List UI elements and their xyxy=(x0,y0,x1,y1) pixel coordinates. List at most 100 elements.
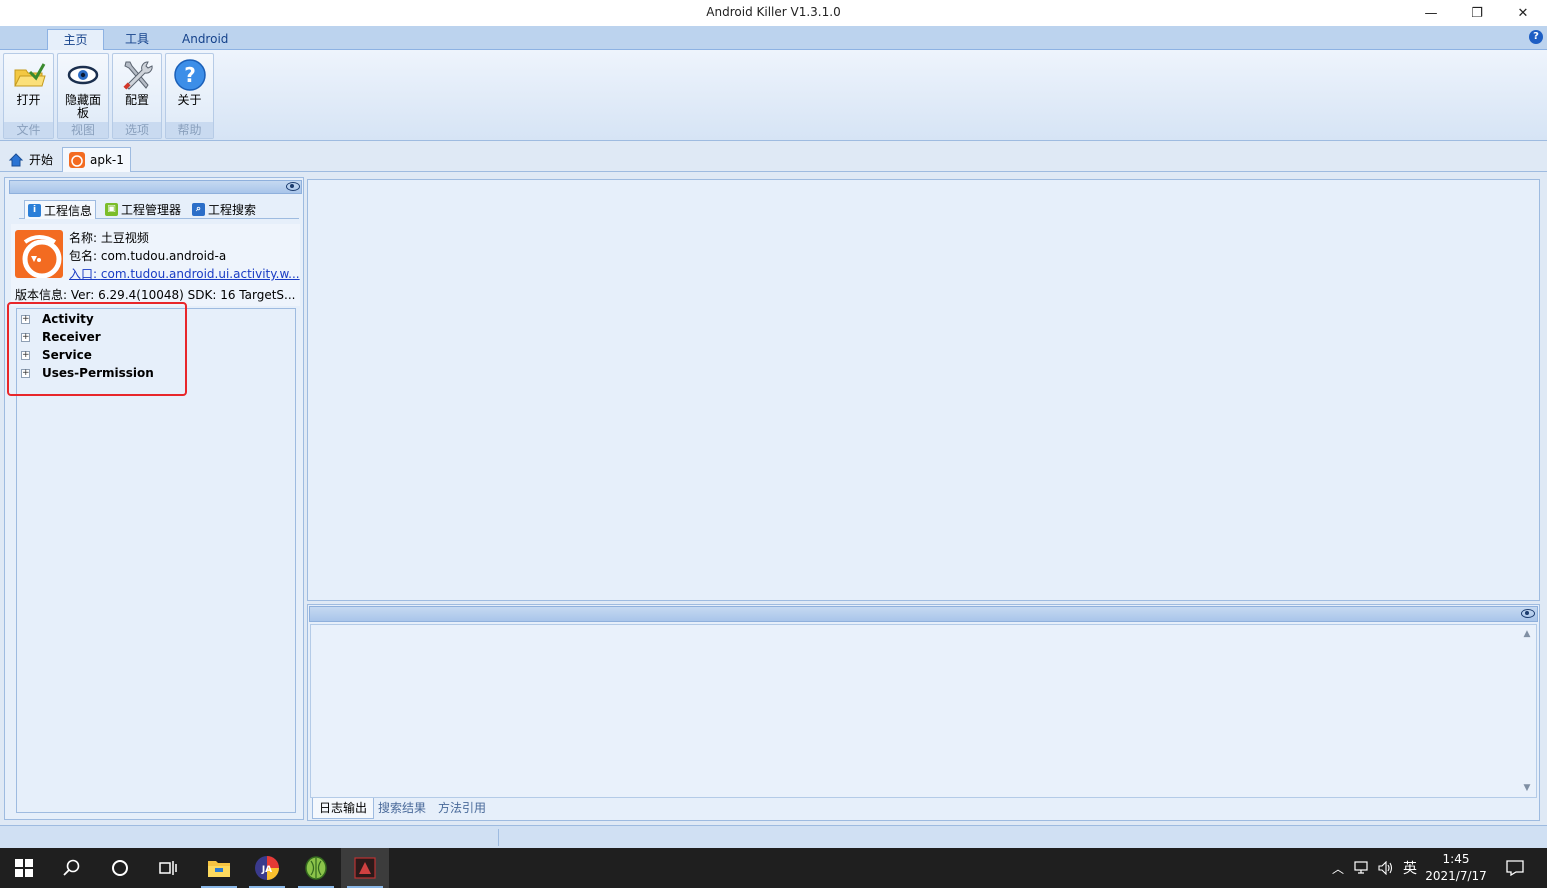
close-button[interactable]: ✕ xyxy=(1500,0,1546,26)
tab-android[interactable]: Android xyxy=(168,29,242,50)
folder-icon xyxy=(208,861,230,877)
group-label-help: 帮助 xyxy=(166,122,213,138)
tab-log-output[interactable]: 日志输出 xyxy=(312,798,375,819)
minimize-button[interactable]: — xyxy=(1408,0,1454,26)
hide-panel-label: 隐藏面板 xyxy=(64,93,101,120)
cortana-button[interactable] xyxy=(96,848,144,888)
tab-project-search-label: 工程搜索 xyxy=(208,203,257,217)
app-info: 名称: 土豆视频 包名: com.tudou.android-a 入口: com… xyxy=(11,224,300,306)
entry-label: 入口: xyxy=(69,267,98,281)
group-label-view: 视图 xyxy=(58,122,108,138)
ribbon-group-options: 配置 选项 xyxy=(112,53,162,139)
tab-project-search[interactable]: ⌕ 工程搜索 xyxy=(189,200,259,219)
help-icon[interactable]: ? xyxy=(1529,30,1543,44)
editor-area[interactable] xyxy=(307,179,1540,601)
search-icon: ⌕ xyxy=(192,203,205,216)
clock[interactable]: 1:45 2021/7/17 xyxy=(1424,851,1488,885)
restore-button[interactable]: ❐ xyxy=(1454,0,1500,26)
app-name-label: 名称: xyxy=(69,231,98,245)
search-button[interactable] xyxy=(48,848,96,888)
ribbon: 打开 文件 隐藏面板 视图 配置 选项 ? 关于 帮助 xyxy=(0,50,1547,141)
about-button[interactable]: ? 关于 xyxy=(166,54,213,122)
apk-icon xyxy=(69,152,85,168)
app-name-value: 土豆视频 xyxy=(100,231,149,245)
notification-icon xyxy=(1506,860,1524,876)
network-icon[interactable] xyxy=(1350,848,1374,888)
project-panel-header xyxy=(9,180,302,194)
tools-icon xyxy=(123,61,153,90)
info-icon: i xyxy=(28,203,41,217)
open-button[interactable]: 打开 xyxy=(4,54,53,122)
notification-button[interactable] xyxy=(1495,848,1535,888)
home-icon xyxy=(8,152,24,166)
windows-icon xyxy=(15,859,33,877)
entry-link[interactable]: 入口: com.tudou.android.ui.activity.w... xyxy=(69,265,300,282)
tab-search-results[interactable]: 搜索结果 xyxy=(372,798,432,819)
tab-start-label: 开始 xyxy=(29,153,54,167)
config-button[interactable]: 配置 xyxy=(113,54,161,122)
package-value: com.tudou.android-a xyxy=(100,249,227,263)
tab-project-info[interactable]: i 工程信息 xyxy=(24,200,97,219)
tab-method-references[interactable]: 方法引用 xyxy=(432,798,492,819)
status-separator xyxy=(498,829,499,846)
project-tab-bar: i 工程信息 ▣ 工程管理器 ⌕ 工程搜索 xyxy=(19,200,299,219)
clock-time: 1:45 xyxy=(1442,852,1470,866)
taskbar-android-killer[interactable] xyxy=(341,848,389,888)
output-panel-header xyxy=(309,606,1538,622)
start-button[interactable] xyxy=(0,848,48,888)
taskbar-app-green[interactable] xyxy=(292,848,340,888)
output-eye-icon[interactable] xyxy=(1521,609,1535,618)
jadx-icon: JA xyxy=(255,856,279,880)
project-panel: i 工程信息 ▣ 工程管理器 ⌕ 工程搜索 名称: 土豆视频 包名: com.t… xyxy=(4,177,304,820)
ribbon-tab-bar: 主页 工具 Android ? xyxy=(0,26,1547,50)
open-folder-icon xyxy=(13,63,46,87)
group-label-file: 文件 xyxy=(4,122,53,138)
taskbar: JA ︿ 英 1:45 2021/7/17 xyxy=(0,848,1547,888)
log-output-area[interactable]: ▲ ▼ xyxy=(310,624,1537,798)
app-name-row: 名称: 土豆视频 xyxy=(69,229,149,246)
ribbon-group-view: 隐藏面板 视图 xyxy=(57,53,109,139)
document-tab-bar: 开始 apk-1 xyxy=(0,142,1547,172)
question-icon: ? xyxy=(173,59,206,91)
tray-expand-icon[interactable]: ︿ xyxy=(1326,848,1350,888)
task-view-button[interactable] xyxy=(144,848,192,888)
annotation-highlight-box xyxy=(7,302,187,396)
tab-project-info-label: 工程信息 xyxy=(44,203,93,218)
hide-panel-button[interactable]: 隐藏面板 xyxy=(58,54,108,122)
scroll-up-icon[interactable]: ▲ xyxy=(1520,627,1534,641)
tab-apk-1[interactable]: apk-1 xyxy=(62,147,131,172)
scroll-down-icon[interactable]: ▼ xyxy=(1520,781,1534,795)
vertical-scrollbar[interactable]: ▲ ▼ xyxy=(1520,627,1534,795)
tab-project-manager[interactable]: ▣ 工程管理器 xyxy=(102,200,184,219)
android-icon: ▣ xyxy=(105,203,118,216)
svg-text:?: ? xyxy=(184,63,196,87)
version-info: 版本信息: Ver: 6.29.4(10048) SDK: 16 TargetS… xyxy=(15,288,296,302)
app-logo-icon xyxy=(15,230,63,278)
package-row: 包名: com.tudou.android-a xyxy=(69,247,226,264)
tab-tools[interactable]: 工具 xyxy=(111,29,163,50)
tab-home[interactable]: 主页 xyxy=(47,29,104,50)
taskbar-jadx[interactable]: JA xyxy=(243,848,291,888)
volume-icon[interactable] xyxy=(1374,848,1398,888)
ribbon-group-help: ? 关于 帮助 xyxy=(165,53,214,139)
output-tab-bar: 日志输出 搜索结果 方法引用 xyxy=(310,798,1537,820)
android-killer-icon xyxy=(354,857,376,879)
ribbon-group-file: 打开 文件 xyxy=(3,53,54,139)
tab-start[interactable]: 开始 xyxy=(2,147,59,172)
clock-date: 2021/7/17 xyxy=(1425,869,1487,883)
window-title: Android Killer V1.3.1.0 xyxy=(706,5,841,19)
cortana-icon xyxy=(112,860,128,876)
task-view-icon xyxy=(159,861,177,875)
group-label-options: 选项 xyxy=(113,122,161,138)
status-bar xyxy=(0,825,1547,848)
taskbar-file-explorer[interactable] xyxy=(195,848,243,888)
title-bar: Android Killer V1.3.1.0 — ❐ ✕ xyxy=(0,0,1547,26)
tab-project-manager-label: 工程管理器 xyxy=(121,203,182,217)
about-button-label: 关于 xyxy=(177,93,202,107)
input-method-indicator[interactable]: 英 xyxy=(1398,848,1422,888)
search-icon xyxy=(63,859,80,876)
open-button-label: 打开 xyxy=(16,93,41,107)
output-panel: ▲ ▼ 日志输出 搜索结果 方法引用 xyxy=(307,604,1540,821)
panel-eye-icon[interactable] xyxy=(286,182,300,191)
eye-icon xyxy=(67,65,99,85)
